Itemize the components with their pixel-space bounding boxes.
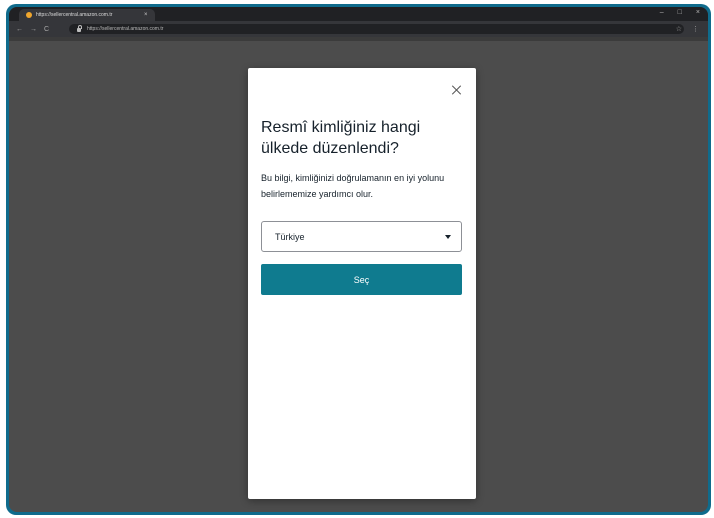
tab-title: https://sellercentral.amazon.com.tr [36,12,113,18]
address-bar[interactable]: https://sellercentral.amazon.com.tr [69,24,684,34]
country-dropdown[interactable]: Türkiye [261,221,462,252]
close-icon[interactable] [450,84,462,96]
window-controls: – □ × [660,9,700,16]
browser-titlebar: https://sellercentral.amazon.com.tr × – … [9,7,708,21]
lock-icon [77,25,82,32]
close-window-icon[interactable]: × [696,9,700,16]
back-arrow-icon[interactable]: ← [16,26,23,33]
toolbar-divider [9,37,708,41]
address-bar-url[interactable]: https://sellercentral.amazon.com.tr [87,26,163,32]
minimize-icon[interactable]: – [660,9,664,16]
browser-tab[interactable]: https://sellercentral.amazon.com.tr × [19,9,155,21]
favicon-icon [26,12,32,18]
bookmark-star-icon[interactable]: ☆ [676,25,682,33]
caret-down-icon [445,235,451,239]
browser-window: https://sellercentral.amazon.com.tr × – … [9,7,708,512]
browser-menu-icon[interactable]: ⋮ [692,25,699,33]
browser-toolbar: ← → C https://sellercentral.amazon.com.t… [9,21,708,37]
maximize-icon[interactable]: □ [678,9,682,16]
modal-title: Resmî kimliğiniz hangi ülkede düzenlendi… [261,119,421,157]
reload-icon[interactable]: C [44,26,49,33]
tab-close-icon[interactable]: × [144,12,148,18]
modal-description: Bu bilgi, kimliğinizi doğrulamanın en iy… [261,173,445,199]
screenshot-frame: https://sellercentral.amazon.com.tr × – … [6,4,711,515]
forward-arrow-icon[interactable]: → [30,26,37,33]
country-selection-modal: Resmî kimliğiniz hangi ülkede düzenlendi… [248,68,476,499]
country-dropdown-value: Türkiye [275,231,305,242]
select-button[interactable]: Seç [261,264,462,295]
